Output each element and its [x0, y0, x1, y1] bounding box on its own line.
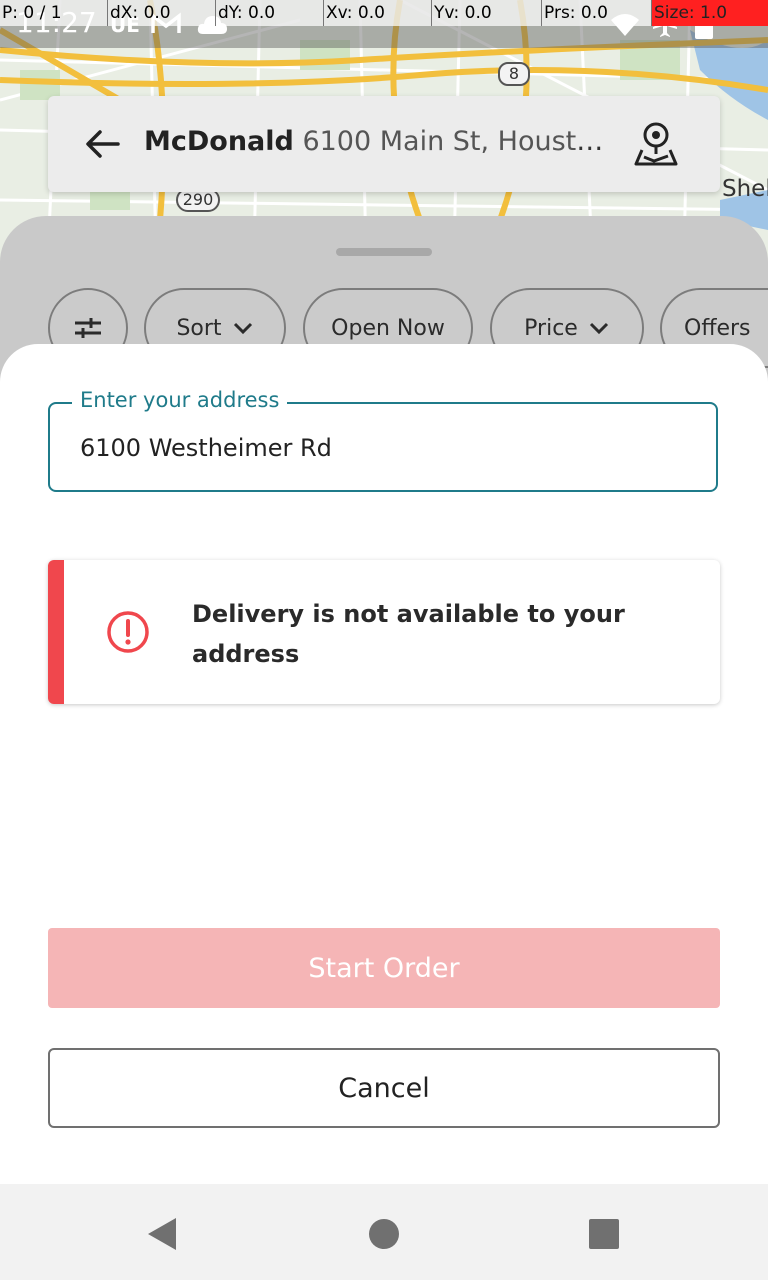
debug-dx: dX: 0.0 — [108, 0, 216, 26]
map-place-label: Shel — [722, 176, 768, 202]
cancel-button[interactable]: Cancel — [48, 1048, 720, 1128]
navigation-bar — [0, 1184, 768, 1280]
delivery-address-dialog: Enter your address Delivery is not avail… — [0, 344, 768, 1184]
chevron-down-icon — [589, 322, 608, 335]
drag-handle[interactable] — [336, 248, 432, 256]
debug-yv: Yv: 0.0 — [432, 0, 542, 26]
debug-dy: dY: 0.0 — [216, 0, 324, 26]
debug-size: Size: 1.0 — [652, 0, 768, 26]
error-icon — [107, 611, 149, 653]
debug-overlay: P: 0 / 1 dX: 0.0 dY: 0.0 Xv: 0.0 Yv: 0.0… — [0, 0, 768, 26]
debug-prs: Prs: 0.0 — [542, 0, 652, 26]
nav-back-icon[interactable] — [140, 1212, 184, 1256]
chevron-down-icon — [233, 322, 252, 335]
address-field-label: Enter your address — [72, 388, 288, 412]
store-title: McDonald 6100 Main St, Houston, TX — [144, 126, 614, 157]
alert-message: Delivery is not available to your addres… — [192, 600, 625, 668]
store-name: McDonald — [144, 126, 294, 157]
sliders-icon — [75, 318, 101, 338]
address-input[interactable] — [80, 434, 690, 462]
nav-home-icon[interactable] — [362, 1212, 406, 1256]
price-chip-label: Price — [524, 315, 578, 341]
address-field[interactable]: Enter your address — [48, 388, 718, 492]
debug-pointer: P: 0 / 1 — [0, 0, 108, 26]
delivery-unavailable-alert: Delivery is not available to your addres… — [48, 560, 720, 704]
store-address: 6100 Main St, Houston, TX — [302, 126, 614, 157]
sort-chip-label: Sort — [176, 315, 222, 341]
start-order-button[interactable]: Start Order — [48, 928, 720, 1008]
offers-chip-label: Offers — [684, 315, 751, 341]
open-now-chip-label: Open Now — [331, 315, 445, 341]
debug-xv: Xv: 0.0 — [324, 0, 432, 26]
store-search-bar[interactable]: McDonald 6100 Main St, Houston, TX — [48, 96, 720, 192]
route-8-shield: 8 — [498, 62, 530, 86]
alert-accent-bar — [48, 560, 64, 704]
map-location-icon[interactable] — [632, 120, 680, 168]
back-arrow-icon[interactable] — [84, 126, 120, 162]
nav-recents-icon[interactable] — [582, 1212, 626, 1256]
